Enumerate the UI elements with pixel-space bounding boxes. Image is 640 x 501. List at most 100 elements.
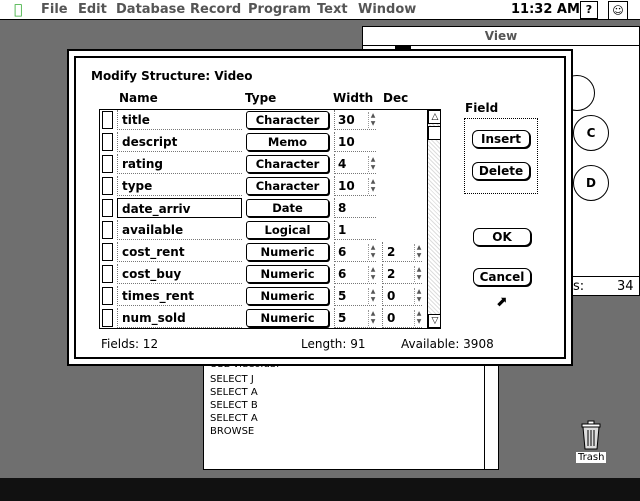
header-name: Name bbox=[119, 91, 158, 105]
field-button-group: Insert Delete bbox=[464, 118, 538, 194]
width-stepper-icon[interactable]: ▲ ▼ bbox=[368, 310, 377, 326]
apple-menu-icon[interactable]:  bbox=[14, 2, 22, 18]
dec-stepper-icon[interactable]: ▲ ▼ bbox=[414, 310, 423, 326]
field-row[interactable]: available Logical 1 bbox=[100, 220, 426, 242]
menu-window[interactable]: Window bbox=[358, 2, 416, 17]
menu-program[interactable]: Program bbox=[248, 2, 311, 17]
insert-button[interactable]: Insert bbox=[472, 130, 530, 148]
view-window-title: View bbox=[478, 29, 524, 43]
field-name-cell[interactable]: num_sold bbox=[117, 308, 242, 328]
row-drag-handle[interactable] bbox=[102, 287, 113, 305]
width-stepper-icon[interactable]: ▲ ▼ bbox=[368, 178, 377, 194]
header-width: Width bbox=[333, 91, 374, 105]
scroll-down-arrow-icon[interactable]: ▽ bbox=[428, 314, 440, 328]
menu-text[interactable]: Text bbox=[317, 2, 348, 17]
ok-button[interactable]: OK bbox=[473, 228, 531, 246]
dec-stepper-icon[interactable]: ▲ ▼ bbox=[414, 266, 423, 282]
field-type-button[interactable]: Character bbox=[246, 177, 329, 195]
field-type-button[interactable]: Numeric bbox=[246, 265, 329, 283]
command-window[interactable]: USE video.dbf SELECT J SELECT A SELECT B… bbox=[203, 359, 499, 470]
menu-edit[interactable]: Edit bbox=[78, 2, 107, 17]
field-width-cell[interactable]: 1 bbox=[334, 220, 376, 240]
field-structure-grid: title Character 30 ▲ ▼ descript Memo 10 r… bbox=[99, 109, 441, 329]
row-drag-handle[interactable] bbox=[102, 265, 113, 283]
row-drag-handle[interactable] bbox=[102, 199, 113, 217]
view-status-value: 34 bbox=[617, 279, 634, 294]
field-width-cell[interactable]: 10 bbox=[334, 132, 376, 152]
field-row[interactable]: title Character 30 ▲ ▼ bbox=[100, 110, 426, 132]
field-name-cell[interactable]: title bbox=[117, 110, 242, 130]
field-type-button[interactable]: Character bbox=[246, 111, 329, 129]
help-icon[interactable]: ? bbox=[580, 1, 598, 19]
command-line: SELECT J bbox=[210, 374, 254, 385]
menubar-clock: 11:32 AM bbox=[511, 2, 580, 17]
record-length: Length: 91 bbox=[301, 337, 366, 351]
fields-count: Fields: 12 bbox=[101, 337, 159, 351]
mouse-pointer-icon: ⬈ bbox=[496, 294, 508, 310]
field-name-cell[interactable]: rating bbox=[117, 154, 242, 174]
application-icon[interactable]: ☺ bbox=[608, 1, 628, 20]
field-row[interactable]: cost_rent Numeric 6 ▲ ▼ 2 ▲ ▼ bbox=[100, 242, 426, 264]
row-drag-handle[interactable] bbox=[102, 133, 113, 151]
field-name-cell[interactable]: descript bbox=[117, 132, 242, 152]
field-row[interactable]: num_sold Numeric 5 ▲ ▼ 0 ▲ ▼ bbox=[100, 308, 426, 328]
width-stepper-icon[interactable]: ▲ ▼ bbox=[368, 112, 377, 128]
row-drag-handle[interactable] bbox=[102, 155, 113, 173]
menu-record[interactable]: Record bbox=[190, 2, 241, 17]
field-row[interactable]: cost_buy Numeric 6 ▲ ▼ 2 ▲ ▼ bbox=[100, 264, 426, 286]
scroll-thumb[interactable] bbox=[428, 126, 440, 140]
dec-stepper-icon[interactable]: ▲ ▼ bbox=[414, 244, 423, 260]
width-stepper-icon[interactable]: ▲ ▼ bbox=[368, 288, 377, 304]
width-stepper-icon[interactable]: ▲ ▼ bbox=[368, 244, 377, 260]
cancel-button[interactable]: Cancel bbox=[473, 268, 531, 286]
header-dec: Dec bbox=[383, 91, 409, 105]
width-stepper-icon[interactable]: ▲ ▼ bbox=[368, 266, 377, 282]
field-row-selected[interactable]: date_arriv Date 8 bbox=[100, 198, 426, 220]
command-line: BROWSE bbox=[210, 426, 255, 437]
dec-stepper-icon[interactable]: ▲ ▼ bbox=[414, 288, 423, 304]
command-window-scrollbar[interactable] bbox=[484, 363, 499, 469]
grid-vertical-scrollbar[interactable]: △ ▽ bbox=[427, 110, 440, 328]
desktop-bottom-strip bbox=[0, 478, 640, 501]
field-row[interactable]: rating Character 4 ▲ ▼ bbox=[100, 154, 426, 176]
view-circle-d[interactable]: D bbox=[573, 165, 609, 201]
delete-button[interactable]: Delete bbox=[472, 162, 530, 180]
trash-icon[interactable] bbox=[580, 420, 602, 450]
field-name-cell[interactable]: cost_rent bbox=[117, 242, 242, 262]
field-width-cell[interactable]: 8 bbox=[334, 198, 376, 218]
row-drag-handle[interactable] bbox=[102, 177, 113, 195]
field-row[interactable]: type Character 10 ▲ ▼ bbox=[100, 176, 426, 198]
dialog-title: Modify Structure: Video bbox=[91, 69, 253, 83]
field-row[interactable]: descript Memo 10 bbox=[100, 132, 426, 154]
view-window-title-bar[interactable]: View bbox=[363, 27, 639, 46]
width-stepper-icon[interactable]: ▲ ▼ bbox=[368, 156, 377, 172]
field-type-button[interactable]: Date bbox=[246, 199, 329, 217]
modify-structure-dialog: Modify Structure: Video Name Type Width … bbox=[67, 49, 573, 366]
view-status-label: s: bbox=[573, 279, 585, 294]
command-line: SELECT A bbox=[210, 387, 258, 398]
field-type-button[interactable]: Logical bbox=[246, 221, 329, 239]
field-name-input[interactable]: date_arriv bbox=[117, 198, 242, 218]
row-drag-handle[interactable] bbox=[102, 243, 113, 261]
field-row[interactable]: times_rent Numeric 5 ▲ ▼ 0 ▲ ▼ bbox=[100, 286, 426, 308]
row-drag-handle[interactable] bbox=[102, 111, 113, 129]
menu-bar:  File Edit Database Record Program Text… bbox=[0, 0, 640, 20]
command-line: SELECT B bbox=[210, 400, 258, 411]
view-circle-c[interactable]: C bbox=[573, 115, 609, 151]
field-name-cell[interactable]: cost_buy bbox=[117, 264, 242, 284]
field-type-button[interactable]: Character bbox=[246, 155, 329, 173]
field-name-cell[interactable]: times_rent bbox=[117, 286, 242, 306]
command-line: SELECT A bbox=[210, 413, 258, 424]
menu-database[interactable]: Database bbox=[116, 2, 185, 17]
field-type-button[interactable]: Numeric bbox=[246, 309, 329, 327]
field-type-button[interactable]: Numeric bbox=[246, 243, 329, 261]
row-drag-handle[interactable] bbox=[102, 221, 113, 239]
field-type-button[interactable]: Numeric bbox=[246, 287, 329, 305]
menu-file[interactable]: File bbox=[41, 2, 68, 17]
field-group-label: Field bbox=[465, 101, 499, 115]
row-drag-handle[interactable] bbox=[102, 309, 113, 327]
field-name-cell[interactable]: available bbox=[117, 220, 242, 240]
field-name-cell[interactable]: type bbox=[117, 176, 242, 196]
scroll-up-arrow-icon[interactable]: △ bbox=[428, 110, 440, 124]
field-type-button[interactable]: Memo bbox=[246, 133, 329, 151]
